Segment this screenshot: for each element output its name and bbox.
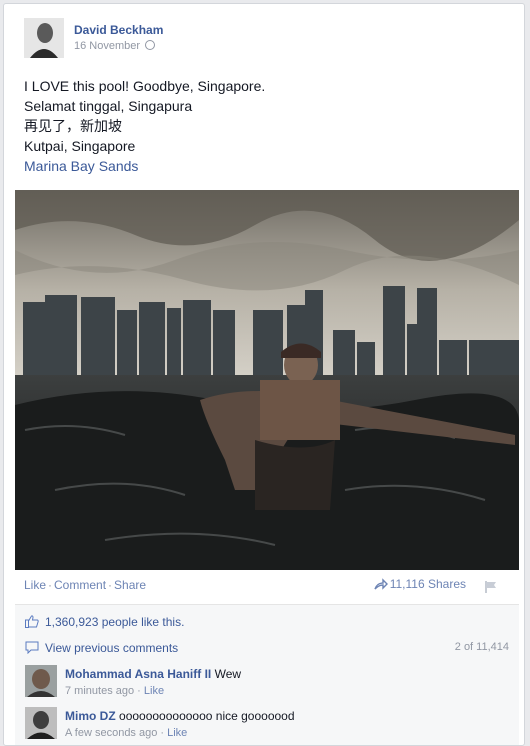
thumbs-up-icon bbox=[25, 615, 39, 628]
post-meta: 16 November bbox=[74, 40, 156, 52]
comment-text: Wew bbox=[214, 667, 242, 681]
commenter-name[interactable]: Mohammad Asna Haniff II bbox=[65, 667, 211, 681]
commenter-avatar[interactable] bbox=[25, 707, 57, 739]
place-link[interactable]: Marina Bay Sands bbox=[24, 156, 265, 176]
post-line: Kutpai, Singapore bbox=[24, 138, 136, 154]
comment-like-button[interactable]: Like bbox=[167, 727, 187, 739]
view-previous-comments[interactable]: View previous comments bbox=[25, 641, 178, 655]
comment-bubble-icon bbox=[25, 641, 39, 655]
comment-line: Mimo DZ oooooooooooooo nice gooooood bbox=[65, 709, 295, 723]
author-name[interactable]: David Beckham bbox=[74, 23, 163, 37]
author-avatar[interactable] bbox=[24, 18, 64, 58]
comment-count: 2 of 11,414 bbox=[454, 641, 509, 653]
share-button[interactable]: Share bbox=[114, 578, 146, 592]
post-line: 再见了，新加坡 bbox=[24, 118, 122, 134]
commenter-name[interactable]: Mimo DZ bbox=[65, 709, 116, 723]
view-previous-label: View previous comments bbox=[45, 641, 179, 655]
report-flag-icon[interactable] bbox=[484, 580, 498, 597]
post-card: David Beckham 16 November I LOVE this po… bbox=[3, 3, 525, 746]
commenter-avatar[interactable] bbox=[25, 665, 57, 697]
like-button[interactable]: Like bbox=[24, 578, 46, 592]
comment-button[interactable]: Comment bbox=[54, 578, 106, 592]
comment-meta: A few seconds ago · Like bbox=[65, 727, 188, 739]
post-photo[interactable] bbox=[15, 190, 519, 570]
separator: · bbox=[48, 578, 53, 592]
shares-count[interactable]: 11,116 Shares bbox=[374, 577, 466, 591]
comment-time[interactable]: 7 minutes ago bbox=[65, 685, 134, 697]
globe-icon[interactable] bbox=[145, 40, 156, 50]
ufi-section: 1,360,923 people like this. View previou… bbox=[15, 604, 519, 745]
comment-like-button[interactable]: Like bbox=[144, 685, 164, 697]
comment-meta: 7 minutes ago · Like bbox=[65, 685, 165, 697]
post-date[interactable]: 16 November bbox=[74, 40, 140, 52]
post-actions: Like · Comment · Share bbox=[24, 578, 146, 592]
shares-label: 11,116 Shares bbox=[389, 577, 466, 591]
comment-text: oooooooooooooo nice gooooood bbox=[119, 709, 295, 723]
post-line: Selamat tinggal, Singapura bbox=[24, 98, 193, 114]
post-body: I LOVE this pool! Goodbye, Singapore. Se… bbox=[24, 76, 265, 176]
share-arrow-icon bbox=[374, 578, 388, 590]
comment-time[interactable]: A few seconds ago bbox=[65, 727, 157, 739]
comment-line: Mohammad Asna Haniff II Wew bbox=[65, 667, 241, 681]
post-line: I LOVE this pool! Goodbye, Singapore. bbox=[24, 78, 266, 94]
likes-text: 1,360,923 people like this. bbox=[45, 615, 185, 629]
likes-summary[interactable]: 1,360,923 people like this. bbox=[25, 615, 184, 629]
separator: · bbox=[108, 578, 113, 592]
